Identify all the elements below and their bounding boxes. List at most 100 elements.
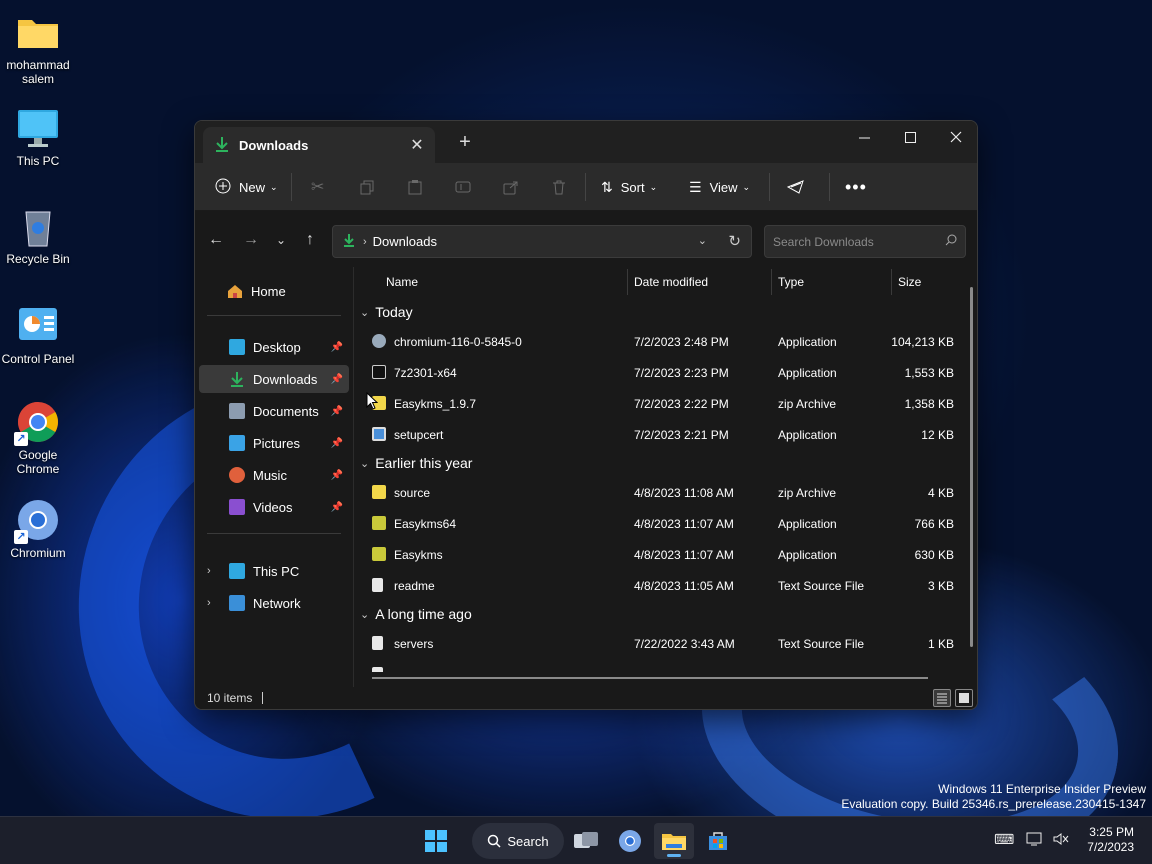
command-bar: New ⌄ ✂ ⇅ Sort ⌄ ☰ View ⌄ ••• — [195, 163, 977, 211]
search-input[interactable] — [773, 234, 945, 249]
tiles-view-button[interactable] — [955, 689, 973, 707]
column-divider[interactable] — [627, 269, 628, 295]
more-options-button[interactable]: ••• — [845, 173, 867, 201]
group-header-today[interactable]: ⌄ Today — [360, 300, 413, 324]
up-button[interactable]: ↑ — [299, 229, 321, 251]
new-tab-button[interactable]: + — [455, 132, 475, 153]
desktop-icon-google-chrome[interactable]: ↗ Google Chrome — [0, 400, 76, 476]
nav-item-this-pc[interactable]: › This PC — [199, 557, 349, 585]
taskbar-chromium-button[interactable] — [612, 823, 648, 859]
table-row[interactable]: chromium-116-0-5845-0 7/2/2023 2:48 PM A… — [364, 327, 968, 357]
search-box[interactable] — [764, 225, 966, 258]
pin-icon[interactable]: 📌 — [331, 374, 343, 385]
desktop-icon-control-panel[interactable]: Control Panel — [0, 304, 76, 366]
chevron-right-icon[interactable]: › — [207, 565, 211, 577]
active-app-indicator — [667, 854, 681, 857]
desktop-icon-chromium[interactable]: ↗ Chromium — [0, 498, 76, 560]
address-bar[interactable]: › Downloads ⌄ ↻ — [332, 225, 752, 258]
nav-item-network[interactable]: › Network — [199, 589, 349, 617]
column-divider[interactable] — [771, 269, 772, 295]
table-row[interactable]: servers 7/22/2022 3:43 AM Text Source Fi… — [364, 629, 968, 659]
task-view-button[interactable] — [568, 823, 604, 859]
new-button[interactable]: New ⌄ — [215, 173, 278, 201]
start-button[interactable] — [416, 823, 456, 859]
nav-item-home[interactable]: Home — [199, 277, 349, 305]
file-size: 630 KB — [914, 548, 954, 562]
table-row[interactable]: source 4/8/2023 11:08 AM zip Archive 4 K… — [364, 478, 968, 508]
table-row[interactable]: Easykms_1.9.7 7/2/2023 2:22 PM zip Archi… — [364, 389, 968, 419]
maximize-button[interactable] — [887, 121, 933, 153]
table-row[interactable]: readme 4/8/2023 11:05 AM Text Source Fil… — [364, 571, 968, 601]
nav-item-label: Network — [253, 595, 301, 611]
pin-icon[interactable]: 📌 — [331, 406, 343, 417]
table-row-partial[interactable] — [364, 660, 968, 672]
desktop-icon-user-folder[interactable]: mohammad salem — [0, 10, 76, 86]
pin-icon[interactable]: 📌 — [331, 342, 343, 353]
file-type: Application — [778, 428, 837, 442]
breadcrumb-downloads[interactable]: Downloads — [373, 234, 437, 249]
pin-icon[interactable]: 📌 — [331, 438, 343, 449]
pin-icon[interactable]: 📌 — [331, 470, 343, 481]
nav-item-videos[interactable]: Videos 📌 — [199, 493, 349, 521]
taskbar-clock[interactable]: 3:25 PM 7/2/2023 — [1087, 825, 1134, 855]
paste-button[interactable] — [407, 173, 423, 201]
group-label: Today — [375, 304, 413, 320]
pin-icon[interactable]: 📌 — [331, 502, 343, 513]
refresh-icon[interactable]: ↻ — [728, 232, 741, 250]
delete-button[interactable] — [551, 173, 567, 201]
keyboard-icon[interactable]: ⌨ — [994, 831, 1014, 848]
filter-button[interactable] — [787, 173, 805, 201]
chevron-right-icon[interactable]: › — [207, 597, 211, 609]
nav-item-pictures[interactable]: Pictures 📌 — [199, 429, 349, 457]
taskbar-store-button[interactable] — [700, 823, 736, 859]
copy-button[interactable] — [359, 173, 375, 201]
group-header-a-long-time-ago[interactable]: ⌄ A long time ago — [360, 602, 472, 626]
tab-downloads[interactable]: Downloads ✕ — [203, 127, 435, 163]
column-divider[interactable] — [891, 269, 892, 295]
sort-button[interactable]: ⇅ Sort ⌄ — [601, 173, 657, 201]
trash-icon — [553, 180, 565, 195]
nav-item-desktop[interactable]: Desktop 📌 — [199, 333, 349, 361]
back-button[interactable]: ← — [205, 229, 227, 251]
cut-button[interactable]: ✂ — [311, 173, 324, 201]
share-button[interactable] — [503, 173, 519, 201]
group-header-earlier-this-year[interactable]: ⌄ Earlier this year — [360, 451, 472, 475]
vertical-scrollbar[interactable] — [970, 287, 973, 647]
close-tab-button[interactable]: ✕ — [407, 135, 427, 155]
taskbar-search-button[interactable]: Search — [472, 823, 564, 859]
details-view-button[interactable] — [933, 689, 951, 707]
volume-muted-icon[interactable] — [1052, 831, 1070, 850]
forward-button[interactable]: → — [240, 229, 262, 251]
horizontal-scrollbar[interactable] — [372, 677, 928, 679]
file-name: source — [394, 486, 431, 500]
minimize-button[interactable] — [841, 121, 887, 153]
tiles-view-icon — [959, 693, 969, 703]
column-header-type[interactable]: Type — [778, 267, 804, 297]
address-dropdown-icon[interactable]: ⌄ — [698, 234, 707, 247]
table-row[interactable]: Easykms 4/8/2023 11:07 AM Application 63… — [364, 540, 968, 570]
table-row[interactable]: 7z2301-x64 7/2/2023 2:23 PM Application … — [364, 358, 968, 388]
desktop-icon-recycle-bin[interactable]: Recycle Bin — [0, 204, 76, 266]
view-list-icon: ☰ — [689, 178, 702, 195]
toolbar-divider — [769, 173, 770, 201]
column-header-name[interactable]: Name — [386, 267, 418, 297]
toolbar-divider — [291, 173, 292, 201]
document-icon — [229, 403, 245, 419]
nav-item-downloads[interactable]: Downloads 📌 — [199, 365, 349, 393]
nav-item-documents[interactable]: Documents 📌 — [199, 397, 349, 425]
rename-button[interactable] — [455, 173, 471, 201]
column-header-size[interactable]: Size — [898, 267, 921, 297]
view-button[interactable]: ☰ View ⌄ — [689, 173, 750, 201]
recent-locations-button[interactable]: ⌄ — [270, 229, 292, 251]
network-status-icon[interactable] — [1026, 831, 1044, 850]
close-window-button[interactable] — [933, 121, 977, 153]
nav-divider — [207, 315, 341, 316]
breadcrumb-chevron-icon: › — [363, 235, 367, 248]
taskbar-file-explorer-button[interactable] — [654, 823, 694, 859]
column-header-date[interactable]: Date modified — [634, 267, 708, 297]
nav-item-music[interactable]: Music 📌 — [199, 461, 349, 489]
file-size: 766 KB — [914, 517, 954, 531]
table-row[interactable]: Easykms64 4/8/2023 11:07 AM Application … — [364, 509, 968, 539]
table-row[interactable]: setupcert 7/2/2023 2:21 PM Application 1… — [364, 420, 968, 450]
desktop-icon-this-pc[interactable]: This PC — [0, 106, 76, 168]
